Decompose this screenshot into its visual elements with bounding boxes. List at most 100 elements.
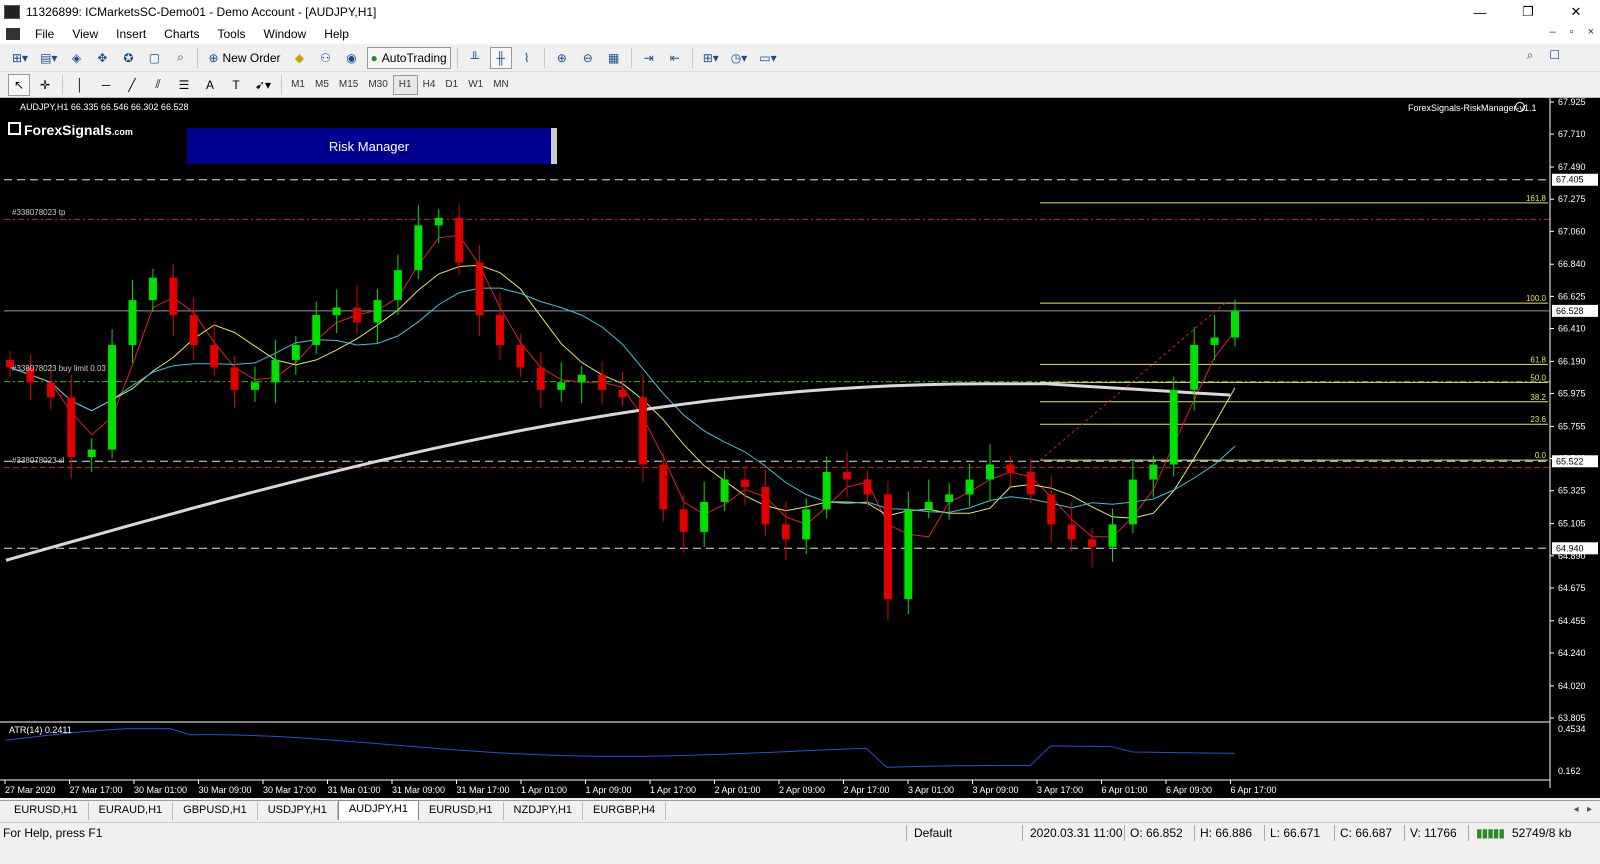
cursor-icon[interactable]: ↖ bbox=[8, 73, 30, 96]
tp-label: #338078023 tp bbox=[12, 208, 66, 217]
menu-file[interactable]: File bbox=[26, 27, 63, 41]
tf-w1[interactable]: W1 bbox=[463, 75, 488, 95]
tab-nzdjpy-h1[interactable]: NZDJPY,H1 bbox=[504, 802, 584, 820]
fib-level-label: 61.8 bbox=[1530, 355, 1546, 364]
terminal-icon[interactable]: ▢ bbox=[143, 47, 165, 69]
new-order-icon: ⊕ bbox=[208, 50, 219, 65]
status-help: For Help, press F1 bbox=[3, 826, 103, 840]
minimize-button[interactable]: — bbox=[1456, 0, 1504, 24]
menu-insert[interactable]: Insert bbox=[107, 27, 155, 41]
candle-body bbox=[1128, 479, 1137, 525]
metaeditor-icon[interactable]: ◆ bbox=[289, 47, 311, 69]
candle-body bbox=[700, 501, 709, 532]
candle-body bbox=[659, 464, 668, 510]
search-icon[interactable]: ⌕ bbox=[1527, 48, 1534, 63]
zoom-in-icon[interactable]: ⊕ bbox=[551, 47, 573, 69]
candlestick-icon[interactable]: ╫ bbox=[489, 46, 512, 69]
signals-icon[interactable]: ⚇ bbox=[315, 47, 337, 69]
templates-icon[interactable]: ▭▾ bbox=[755, 47, 780, 69]
candle-body bbox=[945, 494, 954, 502]
fib-level-label: 0.0 bbox=[1535, 451, 1547, 460]
time-tick-label: 3 Apr 01:00 bbox=[908, 785, 954, 795]
arrows-icon[interactable]: ➹▾ bbox=[251, 74, 275, 96]
tf-d1[interactable]: D1 bbox=[440, 75, 463, 95]
line-chart-icon[interactable]: ⌇ bbox=[516, 47, 538, 69]
trendline-icon[interactable]: ╱ bbox=[121, 74, 143, 96]
tf-mn[interactable]: MN bbox=[488, 75, 514, 95]
horizontal-line-icon[interactable]: ─ bbox=[95, 74, 117, 96]
tab-eurusd-h1-2[interactable]: EURUSD,H1 bbox=[419, 802, 504, 820]
tf-h4[interactable]: H4 bbox=[418, 75, 441, 95]
sl-label: #338078023 sl bbox=[12, 456, 65, 465]
tf-m5[interactable]: M5 bbox=[310, 75, 334, 95]
risk-manager-button[interactable]: Risk Manager bbox=[187, 128, 557, 164]
menu-window[interactable]: Window bbox=[255, 27, 316, 41]
market-watch-icon[interactable]: ◈ bbox=[65, 47, 87, 69]
vertical-line-icon[interactable]: │ bbox=[69, 74, 91, 96]
tile-windows-icon[interactable]: ▦ bbox=[603, 47, 625, 69]
price-chart[interactable]: 161.8 100.0 61.8 50.0 38.2 23.6 0.0 67.925 67.7… bbox=[0, 98, 1600, 798]
standard-toolbar: ⊞▾ ▤▾ ◈ ✥ ✪ ▢ ⌕ ⊕ New Order ◆ ⚇ ◉ ● AutoTr… bbox=[0, 44, 1600, 72]
candle-body bbox=[108, 344, 117, 450]
tab-eurusd-h1[interactable]: EURUSD,H1 bbox=[4, 802, 89, 820]
autotrading-button[interactable]: ● AutoTrading bbox=[366, 46, 451, 69]
tf-h1[interactable]: H1 bbox=[392, 74, 418, 95]
indicators-icon[interactable]: ⊞▾ bbox=[699, 47, 723, 69]
candle-body bbox=[618, 389, 627, 398]
text-icon[interactable]: A bbox=[199, 74, 221, 96]
zoom-out-icon[interactable]: ⊖ bbox=[577, 47, 599, 69]
channel-icon[interactable]: ⫽ bbox=[147, 74, 169, 96]
periods-icon[interactable]: ◷▾ bbox=[727, 47, 752, 69]
navigator-icon[interactable]: ✪ bbox=[117, 47, 139, 69]
menu-view[interactable]: View bbox=[63, 27, 107, 41]
candle-body bbox=[251, 382, 259, 390]
doc-minimize-button[interactable]: – bbox=[1550, 26, 1556, 38]
tf-m15[interactable]: M15 bbox=[334, 75, 363, 95]
price-tag-label: 67.405 bbox=[1556, 175, 1584, 185]
strategy-tester-icon[interactable]: ⌕ bbox=[169, 47, 191, 69]
chart-settings-icon[interactable] bbox=[1515, 102, 1525, 112]
candle-body bbox=[1231, 310, 1239, 338]
price-tick-label: 64.455 bbox=[1558, 616, 1586, 626]
maximize-button[interactable]: ❐ bbox=[1504, 0, 1552, 24]
close-button[interactable]: ✕ bbox=[1552, 0, 1600, 24]
tf-m30[interactable]: M30 bbox=[363, 75, 392, 95]
crosshair-icon[interactable]: ✛ bbox=[34, 74, 56, 96]
vps-icon[interactable]: ◉ bbox=[341, 47, 363, 69]
doc-close-button[interactable]: × bbox=[1588, 26, 1594, 38]
menu-tools[interactable]: Tools bbox=[209, 27, 255, 41]
tab-usdjpy-h1[interactable]: USDJPY,H1 bbox=[258, 802, 338, 820]
data-window-icon[interactable]: ✥ bbox=[91, 47, 113, 69]
tf-m1[interactable]: M1 bbox=[286, 75, 310, 95]
tab-eurgbp-h4[interactable]: EURGBP,H4 bbox=[583, 802, 667, 820]
tab-right-icon[interactable]: ▸ bbox=[1587, 804, 1592, 815]
tab-audjpy-h1[interactable]: AUDJPY,H1 bbox=[337, 800, 419, 820]
candle-body bbox=[1108, 524, 1117, 547]
autoscroll-icon[interactable]: ⇥ bbox=[638, 47, 660, 69]
chat-icon[interactable]: ☐ bbox=[1549, 48, 1560, 63]
menu-help[interactable]: Help bbox=[315, 27, 358, 41]
time-tick-label: 2 Apr 17:00 bbox=[844, 785, 890, 795]
chart-window[interactable]: 161.8 100.0 61.8 50.0 38.2 23.6 0.0 67.925 67.7… bbox=[0, 98, 1600, 798]
candle-body bbox=[741, 479, 749, 487]
bar-chart-icon[interactable]: ╨ bbox=[464, 47, 486, 69]
tab-gbpusd-h1[interactable]: GBPUSD,H1 bbox=[173, 802, 258, 820]
status-volume: V: 11766 bbox=[1410, 826, 1457, 840]
candle-body bbox=[883, 494, 892, 600]
candle-body bbox=[822, 472, 831, 510]
menu-charts[interactable]: Charts bbox=[155, 27, 208, 41]
new-order-button[interactable]: ⊕ New Order bbox=[204, 47, 284, 69]
new-chart-icon[interactable]: ⊞▾ bbox=[8, 47, 32, 69]
doc-restore-button[interactable]: ▫ bbox=[1570, 26, 1574, 38]
text-label-icon[interactable]: T bbox=[225, 74, 247, 96]
candle-body bbox=[965, 479, 974, 495]
tab-left-icon[interactable]: ◂ bbox=[1574, 804, 1579, 815]
fibonacci-icon[interactable]: ☰ bbox=[173, 74, 195, 96]
time-tick-label: 30 Mar 17:00 bbox=[263, 785, 316, 795]
price-tick-label: 64.675 bbox=[1558, 583, 1586, 593]
app-icon bbox=[4, 5, 20, 19]
tab-euraud-h1[interactable]: EURAUD,H1 bbox=[89, 802, 174, 820]
profiles-icon[interactable]: ▤▾ bbox=[36, 47, 61, 69]
price-tag-label: 64.940 bbox=[1556, 543, 1584, 553]
chart-shift-icon[interactable]: ⇤ bbox=[664, 47, 686, 69]
